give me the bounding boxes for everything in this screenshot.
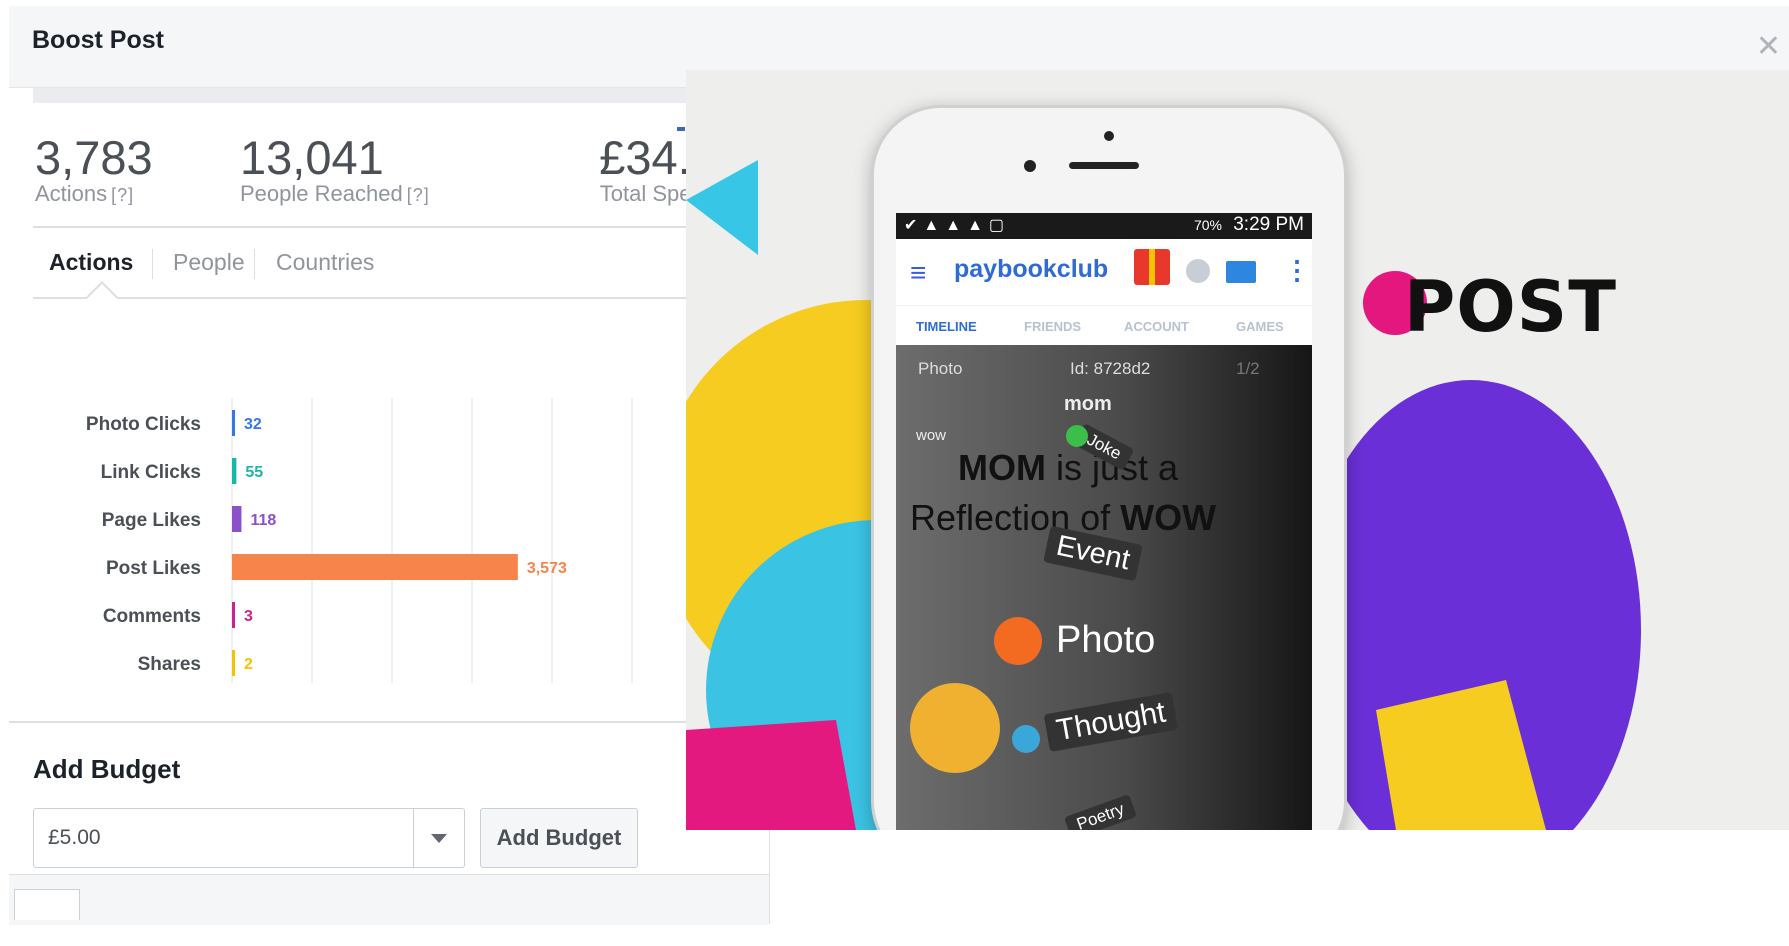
mail-icon [1226,261,1256,283]
actions-chart: Photo Clicks 32 Link Clicks 55 Page Likes 118… [9,313,749,683]
headline-line-1: MOM is just a [958,447,1178,489]
scroll-indicator [677,127,685,131]
divider [9,721,769,723]
metric-value: 13,041 [240,131,384,184]
value-label: 2 [244,656,253,673]
notification-icons: ✔▲▲▲▢ [904,217,1011,234]
value-label: 3,573 [527,560,567,577]
chip-photo: Photo [1056,619,1156,661]
help-link[interactable]: [?] [407,185,430,205]
value-label: 118 [250,512,276,529]
phone-sensor [1024,160,1036,172]
tab-underline [33,297,748,299]
app-logo: paybookclub [954,255,1109,283]
footer-button[interactable] [14,889,80,920]
metric-actions: 3,783 Actions [?] [35,133,153,207]
app-tab-account: ACCOUNT [1124,319,1189,334]
app-tab-timeline: TIMELINE [916,319,977,334]
app-bar: ≡ paybookclub ⋮ [896,239,1312,305]
phone-camera [1104,131,1114,141]
footer-bar [9,874,769,925]
app-tab-friends: FRIENDS [1024,319,1082,334]
divider [33,226,748,228]
feed-poster: wow [916,427,947,444]
bar [232,410,235,436]
tab-separator [254,249,255,279]
actions-bar-chart: Photo Clicks 32Link Clicks 55Page Likes 118… [86,398,633,683]
insights-panel: 3,783 Actions [?] 13,041 People Reached [?… [9,88,770,925]
feed-page: 1/2 [1236,359,1260,378]
active-tab-caret [85,281,119,315]
value-label: 32 [244,416,262,433]
value-label: 55 [245,464,263,481]
add-budget-title: Add Budget [33,754,181,784]
promo-image: POST ✔▲▲▲▢ 70% 3:29 PM ≡ paybookclub ⋮ T… [686,70,1789,830]
metric-label: Actions [35,181,108,206]
add-budget-button[interactable]: Add Budget [480,808,638,868]
insights-tabs: Actions People Countries [33,241,748,315]
mask-icon [1066,425,1088,447]
bar [232,506,242,532]
close-icon[interactable]: ✕ [1756,32,1781,62]
category-label: Link Clicks [101,462,201,483]
value-label: 3 [244,608,253,625]
post-preview-strip [33,88,736,103]
budget-select[interactable] [33,808,465,868]
metrics-row: 3,783 Actions [?] 13,041 People Reached [?… [9,133,749,223]
category-label: Photo Clicks [86,414,201,435]
category-label: Comments [103,606,201,627]
feed-type: Photo [918,359,963,378]
category-label: Shares [138,654,201,675]
chip-poetry: Poetry [1063,793,1138,830]
tab-people[interactable]: People [173,249,245,276]
feed-caption: mom [1064,393,1112,415]
chevron-down-icon[interactable] [413,809,464,867]
metric-label: People Reached [240,181,403,206]
headline-mom: MOM [958,447,1046,488]
thought-icon [1012,725,1040,753]
phone-screen: ✔▲▲▲▢ 70% 3:29 PM ≡ paybookclub ⋮ TIMELI… [896,213,1312,830]
battery-level: 70% [1193,217,1222,233]
budget-input[interactable] [34,809,430,867]
bar [232,458,237,484]
category-label: Page Likes [102,510,201,531]
status-time: 3:29 PM [1233,214,1304,235]
dialog-title: Boost Post [32,26,164,54]
photo-icon [994,617,1042,665]
app-tabs: TIMELINE FRIENDS ACCOUNT GAMES [896,305,1312,346]
status-bar: ✔▲▲▲▢ 70% 3:29 PM [896,213,1312,239]
thumbs-up-emoji-icon [910,683,1000,773]
cyan-triangle-shape [686,160,758,255]
phone-mockup: ✔▲▲▲▢ 70% 3:29 PM ≡ paybookclub ⋮ TIMELI… [871,105,1347,830]
tab-separator [152,249,153,279]
post-heading: POST [1404,266,1617,348]
more-vertical-icon: ⋮ [1284,255,1310,285]
bar [232,602,235,628]
profile-icon [1186,259,1210,283]
headline-wow: WOW [1120,497,1217,538]
help-link[interactable]: [?] [111,185,134,205]
chip-thought: Thought [1043,691,1179,753]
tab-countries[interactable]: Countries [276,249,374,276]
bar [232,554,518,580]
feed-id: Id: 8728d2 [1070,359,1151,378]
pink-shape [686,720,856,830]
app-feed: Photo Id: 8728d2 1/2 mom wow MOM is just… [896,345,1312,830]
category-label: Post Likes [106,558,201,579]
tab-actions[interactable]: Actions [49,249,133,276]
bar [232,650,235,676]
hamburger-menu-icon: ≡ [910,257,927,288]
phone-speaker [1069,162,1139,169]
metric-value: 3,783 [35,131,153,184]
app-tab-games: GAMES [1236,319,1284,334]
gift-icon [1134,249,1170,285]
metric-people-reached: 13,041 People Reached [?] [240,133,430,207]
